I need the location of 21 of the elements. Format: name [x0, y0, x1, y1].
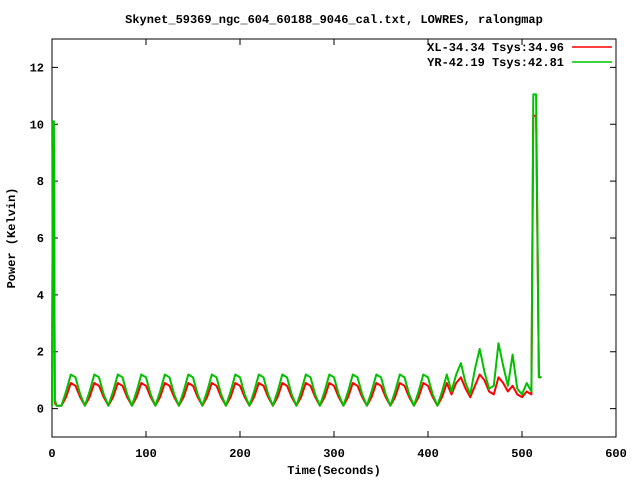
legend-label: XL-34.34 Tsys:34.96	[427, 41, 564, 55]
x-tick-label: 300	[323, 447, 345, 461]
y-tick-label: 12	[30, 61, 44, 76]
y-tick-label: 10	[30, 118, 44, 132]
legend-label: YR-42.19 Tsys:42.81	[427, 56, 564, 70]
y-tick-label: 0	[36, 402, 44, 417]
x-tick-label: 0	[48, 447, 56, 461]
x-tick-label: 400	[417, 447, 439, 461]
x-tick-label: 500	[511, 447, 533, 461]
y-tick-label: 8	[36, 175, 44, 190]
x-axis-label: Time(Seconds)	[287, 464, 381, 478]
y-tick-label: 2	[36, 346, 44, 360]
y-tick-label: 6	[36, 232, 44, 246]
y-axis-label: Power (Kelvin)	[5, 188, 19, 288]
legend-line-sample	[572, 46, 612, 48]
y-tick-label: 4	[36, 288, 44, 303]
legend-line-sample	[572, 61, 612, 63]
chart-title: Skynet_59369_ngc_604_60188_9046_cal.txt, LOWRES, ralongmap	[125, 13, 543, 27]
x-tick-label: 200	[229, 447, 251, 461]
x-tick-label: 600	[605, 447, 627, 461]
x-tick-label: 100	[135, 447, 157, 461]
